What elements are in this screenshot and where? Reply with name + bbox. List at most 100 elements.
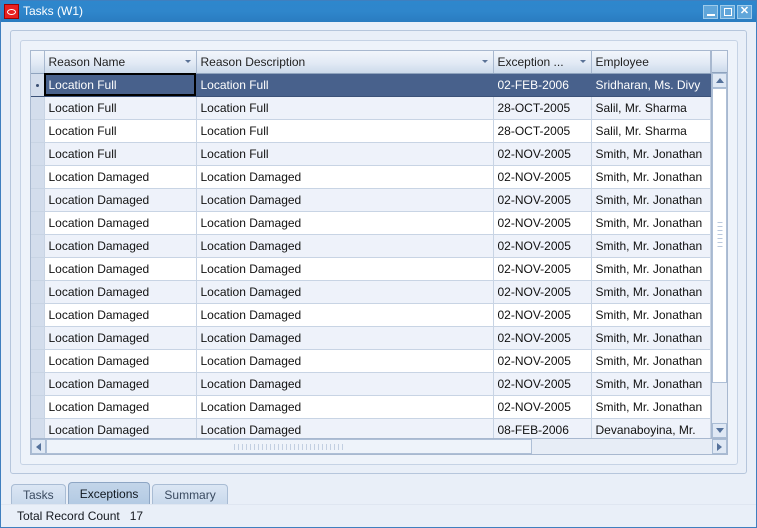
cell-exception-date[interactable]: 02-NOV-2005 — [493, 372, 592, 396]
table-row[interactable]: Location Damaged Location Damaged 02-NOV-2… — [31, 234, 711, 258]
cell-reason-description[interactable]: Location Damaged — [196, 418, 494, 438]
vertical-scroll-thumb[interactable] — [712, 88, 727, 383]
row-marker-cell[interactable] — [31, 119, 45, 143]
cell-reason-description[interactable]: Location Damaged — [196, 234, 494, 258]
cell-exception-date[interactable]: 02-NOV-2005 — [493, 280, 592, 304]
table-row[interactable]: Location Damaged Location Damaged 02-NOV-2… — [31, 349, 711, 373]
cell-exception-date[interactable]: 02-NOV-2005 — [493, 188, 592, 212]
minimize-icon[interactable] — [703, 4, 718, 19]
cell-exception-date[interactable]: 02-NOV-2005 — [493, 326, 592, 350]
cell-reason-name[interactable]: Location Full — [44, 73, 197, 97]
cell-reason-name[interactable]: Location Damaged — [44, 280, 197, 304]
cell-employee[interactable]: Smith, Mr. Jonathan — [591, 372, 711, 396]
cell-employee[interactable]: Smith, Mr. Jonathan — [591, 303, 711, 327]
cell-reason-description[interactable]: Location Damaged — [196, 326, 494, 350]
cell-exception-date[interactable]: 02-FEB-2006 — [493, 73, 592, 97]
row-marker-cell[interactable] — [31, 349, 45, 373]
cell-exception-date[interactable]: 08-FEB-2006 — [493, 418, 592, 438]
table-row[interactable]: Location Damaged Location Damaged 02-NOV-2… — [31, 395, 711, 419]
cell-reason-name[interactable]: Location Damaged — [44, 349, 197, 373]
row-marker-cell[interactable] — [31, 165, 45, 189]
cell-exception-date[interactable]: 28-OCT-2005 — [493, 119, 592, 143]
grid-vertical-scrollbar[interactable] — [711, 51, 727, 438]
scroll-right-arrow-icon[interactable] — [712, 439, 727, 454]
scroll-down-arrow-icon[interactable] — [712, 423, 727, 438]
cell-exception-date[interactable]: 02-NOV-2005 — [493, 142, 592, 166]
cell-reason-name[interactable]: Location Damaged — [44, 395, 197, 419]
maximize-icon[interactable] — [720, 4, 735, 19]
cell-employee[interactable]: Smith, Mr. Jonathan — [591, 257, 711, 281]
cell-reason-description[interactable]: Location Full — [196, 142, 494, 166]
row-marker-cell[interactable] — [31, 280, 45, 304]
table-row[interactable]: Location Full Location Full 02-NOV-2005 Smi… — [31, 142, 711, 166]
table-row[interactable]: Location Full Location Full 28-OCT-2005 Sal… — [31, 119, 711, 143]
table-row[interactable]: Location Damaged Location Damaged 02-NOV-2… — [31, 280, 711, 304]
vertical-scroll-track[interactable] — [712, 88, 727, 423]
table-row[interactable]: Location Damaged Location Damaged 02-NOV-2… — [31, 257, 711, 281]
cell-exception-date[interactable]: 28-OCT-2005 — [493, 96, 592, 120]
cell-reason-name[interactable]: Location Full — [44, 119, 197, 143]
cell-reason-name[interactable]: Location Full — [44, 142, 197, 166]
cell-employee[interactable]: Smith, Mr. Jonathan — [591, 188, 711, 212]
table-row[interactable]: Location Damaged Location Damaged 02-NOV-2… — [31, 326, 711, 350]
row-marker-cell[interactable] — [31, 73, 45, 97]
cell-employee[interactable]: Smith, Mr. Jonathan — [591, 142, 711, 166]
cell-employee[interactable]: Devanaboyina, Mr. — [591, 418, 711, 438]
cell-reason-description[interactable]: Location Damaged — [196, 211, 494, 235]
cell-reason-name[interactable]: Location Damaged — [44, 372, 197, 396]
grid-horizontal-scrollbar[interactable] — [31, 438, 727, 454]
cell-employee[interactable]: Smith, Mr. Jonathan — [591, 165, 711, 189]
cell-reason-name[interactable]: Location Damaged — [44, 326, 197, 350]
cell-reason-description[interactable]: Location Damaged — [196, 257, 494, 281]
cell-reason-description[interactable]: Location Damaged — [196, 372, 494, 396]
cell-reason-description[interactable]: Location Full — [196, 119, 494, 143]
cell-employee[interactable]: Sridharan, Ms. Divy — [591, 73, 711, 97]
table-row[interactable]: Location Full Location Full 28-OCT-2005 Sal… — [31, 96, 711, 120]
row-marker-cell[interactable] — [31, 96, 45, 120]
cell-exception-date[interactable]: 02-NOV-2005 — [493, 211, 592, 235]
cell-reason-name[interactable]: Location Damaged — [44, 188, 197, 212]
cell-reason-name[interactable]: Location Damaged — [44, 303, 197, 327]
table-row[interactable]: Location Damaged Location Damaged 02-NOV-2… — [31, 188, 711, 212]
grid-header-employee[interactable]: Employee — [591, 51, 711, 74]
row-marker-cell[interactable] — [31, 234, 45, 258]
cell-reason-description[interactable]: Location Damaged — [196, 165, 494, 189]
horizontal-scroll-thumb[interactable] — [46, 439, 533, 454]
cell-reason-description[interactable]: Location Damaged — [196, 395, 494, 419]
table-row[interactable]: Location Damaged Location Damaged 02-NOV-2… — [31, 372, 711, 396]
cell-employee[interactable]: Smith, Mr. Jonathan — [591, 280, 711, 304]
horizontal-scroll-track[interactable] — [46, 439, 712, 454]
row-marker-cell[interactable] — [31, 326, 45, 350]
row-marker-cell[interactable] — [31, 372, 45, 396]
cell-employee[interactable]: Salil, Mr. Sharma — [591, 119, 711, 143]
grid-header-exception-date[interactable]: Exception ... — [493, 51, 592, 74]
grid-header-reason-description[interactable]: Reason Description — [196, 51, 494, 74]
cell-reason-name[interactable]: Location Damaged — [44, 165, 197, 189]
scroll-left-arrow-icon[interactable] — [31, 439, 46, 454]
row-marker-cell[interactable] — [31, 257, 45, 281]
cell-reason-description[interactable]: Location Full — [196, 73, 494, 97]
cell-reason-description[interactable]: Location Damaged — [196, 303, 494, 327]
scroll-up-arrow-icon[interactable] — [712, 73, 727, 88]
cell-reason-name[interactable]: Location Damaged — [44, 234, 197, 258]
row-marker-cell[interactable] — [31, 395, 45, 419]
window-titlebar[interactable]: Tasks (W1) ✕ — [1, 1, 756, 22]
cell-exception-date[interactable]: 02-NOV-2005 — [493, 165, 592, 189]
cell-reason-name[interactable]: Location Damaged — [44, 418, 197, 438]
table-row[interactable]: Location Damaged Location Damaged 08-FEB-2… — [31, 418, 711, 438]
row-marker-cell[interactable] — [31, 211, 45, 235]
grid-header-reason-name[interactable]: Reason Name — [44, 51, 197, 74]
cell-employee[interactable]: Smith, Mr. Jonathan — [591, 211, 711, 235]
cell-employee[interactable]: Smith, Mr. Jonathan — [591, 349, 711, 373]
tab-summary[interactable]: Summary — [152, 484, 228, 504]
cell-exception-date[interactable]: 02-NOV-2005 — [493, 234, 592, 258]
table-row[interactable]: Location Full Location Full 02-FEB-2006 Sri… — [31, 73, 711, 97]
cell-employee[interactable]: Smith, Mr. Jonathan — [591, 395, 711, 419]
row-marker-cell[interactable] — [31, 142, 45, 166]
tab-tasks[interactable]: Tasks — [11, 484, 66, 504]
cell-reason-name[interactable]: Location Full — [44, 96, 197, 120]
cell-exception-date[interactable]: 02-NOV-2005 — [493, 303, 592, 327]
cell-employee[interactable]: Smith, Mr. Jonathan — [591, 326, 711, 350]
cell-employee[interactable]: Salil, Mr. Sharma — [591, 96, 711, 120]
row-marker-cell[interactable] — [31, 303, 45, 327]
